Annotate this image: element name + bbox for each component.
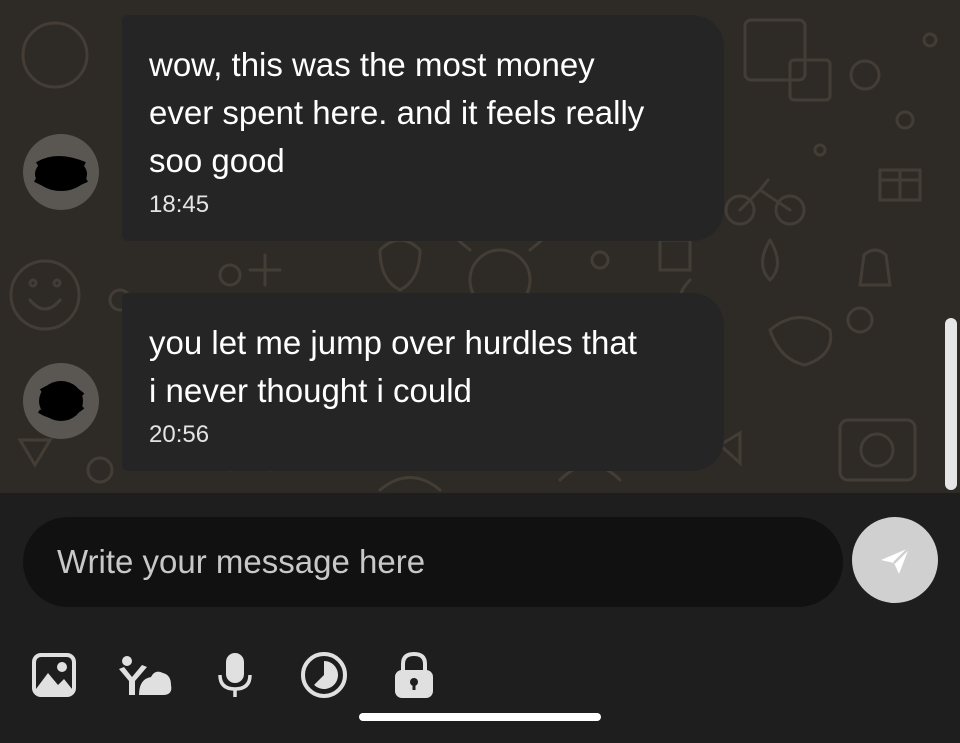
message-bubble[interactable]: you let me jump over hurdles that i neve… <box>122 293 724 471</box>
lock-button[interactable] <box>392 651 436 699</box>
send-button[interactable] <box>852 517 938 603</box>
chat-scrollbar[interactable] <box>945 318 957 490</box>
composer <box>0 493 960 743</box>
lock-icon <box>395 651 433 698</box>
message-text: you let me jump over hurdles that i neve… <box>149 324 637 409</box>
image-icon <box>32 653 76 697</box>
contact-avatar[interactable] <box>23 134 99 210</box>
send-icon <box>881 547 910 574</box>
chat-area[interactable]: wow, this was the most money ever spent … <box>0 0 960 493</box>
timer-icon <box>301 652 347 698</box>
image-button[interactable] <box>30 651 78 699</box>
sticker-icon <box>119 656 172 695</box>
message-input[interactable] <box>23 517 843 607</box>
avatar-scribble-icon <box>34 156 88 191</box>
sticker-button[interactable] <box>117 651 173 699</box>
timer-button[interactable] <box>300 651 348 699</box>
message-bubble[interactable]: wow, this was the most money ever spent … <box>122 15 724 241</box>
microphone-icon <box>218 653 252 697</box>
home-indicator[interactable] <box>359 713 601 721</box>
microphone-button[interactable] <box>211 651 259 699</box>
message-text: wow, this was the most money ever spent … <box>149 46 645 179</box>
avatar-scribble-icon <box>37 381 85 421</box>
message-time: 20:56 <box>149 421 210 448</box>
message-time: 18:45 <box>149 191 210 218</box>
contact-avatar[interactable] <box>23 363 99 439</box>
